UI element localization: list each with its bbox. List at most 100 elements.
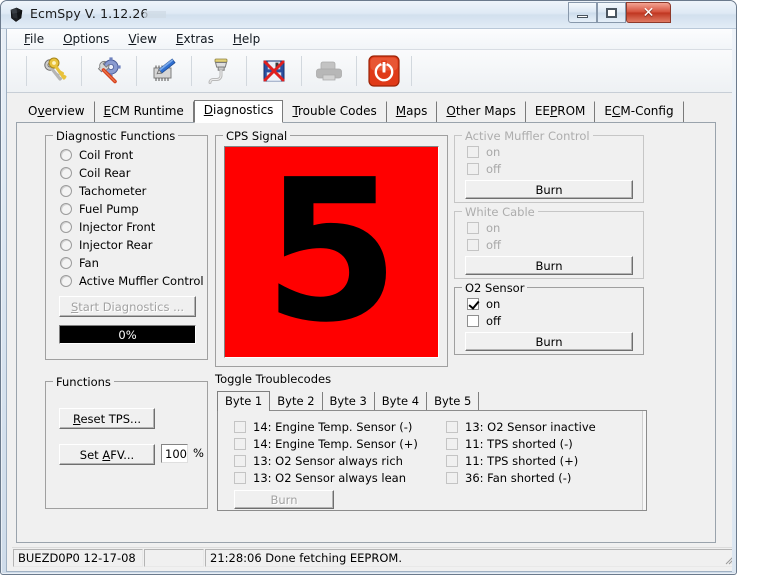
radio-injector-rear[interactable]: Injector Rear	[60, 238, 153, 252]
radio-tachometer[interactable]: Tachometer	[60, 184, 146, 198]
code-fan-shorted-neg[interactable]: 36: Fan shorted (-)	[446, 471, 571, 485]
radio-coil-rear[interactable]: Coil Rear	[60, 166, 130, 180]
radio-injector-front[interactable]: Injector Front	[60, 220, 155, 234]
menu-view[interactable]: View	[119, 30, 166, 48]
radio-mark-icon	[60, 203, 72, 215]
set-afv-button[interactable]: Set AFV...	[59, 444, 155, 465]
save-cancel-icon[interactable]	[256, 54, 292, 88]
reset-tps-button[interactable]: Reset TPS...	[59, 408, 155, 429]
code-tps-shorted-pos[interactable]: 11: TPS shorted (+)	[446, 454, 578, 468]
byte-tab-1[interactable]: Byte 1	[217, 391, 271, 411]
code-label: 11: TPS shorted (-)	[465, 437, 573, 451]
wrench-gear-icon[interactable]	[91, 54, 127, 88]
checkbox-icon	[467, 222, 479, 234]
o2-sensor-checkbox-on[interactable]: on	[467, 297, 500, 311]
keys-icon[interactable]	[36, 54, 72, 88]
code-engine-temp-sensor-pos[interactable]: 14: Engine Temp. Sensor (+)	[234, 437, 418, 451]
o2-sensor-burn-button[interactable]: Burn	[465, 332, 633, 351]
checkbox-checked-icon	[467, 298, 479, 310]
code-o2-sensor-always-rich[interactable]: 13: O2 Sensor always rich	[234, 454, 403, 468]
menu-extras[interactable]: Extras	[167, 30, 224, 48]
byte-panel-scrollbar[interactable]	[642, 411, 646, 510]
checkbox-label: on	[486, 297, 501, 311]
status-message-text: 21:28:06 Done fetching EEPROM.	[210, 551, 402, 565]
amc-checkbox-on[interactable]: on	[467, 145, 500, 159]
amc-burn-button[interactable]: Burn	[465, 180, 633, 199]
tab-trouble-codes[interactable]: Trouble Codes	[283, 101, 387, 122]
tab-overview[interactable]: Overview	[19, 101, 95, 122]
radio-label: Fan	[79, 256, 99, 270]
radio-label: Fuel Pump	[79, 202, 139, 216]
o2-sensor-checkbox-off[interactable]: off	[467, 314, 501, 328]
diagnostics-page: Diagnostic Functions Coil Front Coil Rea…	[16, 122, 716, 543]
active-muffler-control-legend: Active Muffler Control	[462, 129, 593, 143]
toolbar-divider	[246, 56, 247, 86]
radio-coil-front[interactable]: Coil Front	[60, 148, 133, 162]
tab-ecm-config[interactable]: ECM-Config	[595, 101, 684, 122]
connector-plug-icon[interactable]	[201, 54, 237, 88]
cps-signal-group: CPS Signal 5	[215, 129, 448, 367]
minimize-button[interactable]	[568, 2, 597, 23]
start-diagnostics-button[interactable]: Start Diagnostics ...	[59, 296, 196, 317]
menu-file[interactable]: File	[15, 30, 54, 48]
tab-maps[interactable]: Maps	[387, 101, 438, 122]
code-o2-sensor-always-lean[interactable]: 13: O2 Sensor always lean	[234, 471, 406, 485]
white-cable-checkbox-on[interactable]: on	[467, 221, 500, 235]
status-middle-cell	[144, 549, 204, 567]
radio-label: Injector Front	[79, 220, 156, 234]
checkbox-icon	[467, 315, 479, 327]
radio-active-muffler-control[interactable]: Active Muffler Control	[60, 274, 204, 288]
radio-label: Active Muffler Control	[79, 274, 204, 288]
radio-fan[interactable]: Fan	[60, 256, 99, 270]
afv-value-input[interactable]: 100	[161, 444, 188, 463]
checkbox-label: off	[486, 314, 501, 328]
code-o2-sensor-inactive[interactable]: 13: O2 Sensor inactive	[446, 420, 596, 434]
white-cable-burn-button[interactable]: Burn	[465, 256, 633, 275]
toolbar-divider	[191, 56, 192, 86]
code-tps-shorted-neg[interactable]: 11: TPS shorted (-)	[446, 437, 573, 451]
close-button[interactable]: ✕	[626, 2, 671, 23]
checkbox-icon	[467, 163, 479, 175]
maximize-button[interactable]	[597, 2, 626, 23]
amc-checkbox-off[interactable]: off	[467, 162, 501, 176]
client-area: File Options View Extras Help Overview E…	[6, 29, 736, 572]
button-label: Burn	[535, 334, 563, 349]
radio-mark-icon	[60, 221, 72, 233]
chip-scan-icon[interactable]	[146, 54, 182, 88]
tab-diagnostics[interactable]: Diagnostics	[193, 100, 284, 123]
byte-tab-4[interactable]: Byte 4	[375, 392, 428, 410]
byte-tab-2[interactable]: Byte 2	[270, 392, 323, 410]
active-muffler-control-group: Active Muffler Control on off Burn	[454, 129, 644, 203]
byte-tab-3[interactable]: Byte 3	[323, 392, 375, 410]
checkbox-icon	[234, 472, 246, 484]
gem-icon	[8, 6, 25, 23]
radio-label: Injector Rear	[79, 238, 153, 252]
cps-signal-legend: CPS Signal	[223, 129, 291, 143]
window-title: EcmSpy V. 1.12.26	[30, 6, 149, 21]
white-cable-checkbox-off[interactable]: off	[467, 238, 501, 252]
radio-fuel-pump[interactable]: Fuel Pump	[60, 202, 139, 216]
power-icon[interactable]	[366, 54, 402, 88]
code-label: 13: O2 Sensor always rich	[253, 454, 403, 468]
code-engine-temp-sensor-neg[interactable]: 14: Engine Temp. Sensor (-)	[234, 420, 412, 434]
checkbox-label: off	[486, 162, 501, 176]
radio-mark-icon	[60, 149, 72, 161]
toolbar-divider	[26, 56, 27, 86]
byte-tab-5[interactable]: Byte 5	[427, 392, 480, 410]
o2-sensor-legend: O2 Sensor	[462, 281, 528, 295]
tab-ecm-runtime[interactable]: ECM Runtime	[95, 101, 194, 122]
button-label: Burn	[535, 182, 563, 197]
checkbox-icon	[446, 455, 458, 467]
troublecodes-burn-button[interactable]: Burn	[234, 490, 334, 509]
toolbar-divider	[356, 56, 357, 86]
title-bar: EcmSpy V. 1.12.26 ✕	[1, 1, 736, 29]
radio-mark-icon	[60, 275, 72, 287]
code-label: 14: Engine Temp. Sensor (-)	[253, 420, 413, 434]
menu-help[interactable]: Help	[224, 30, 270, 48]
tab-other-maps[interactable]: Other Maps	[437, 101, 526, 122]
tab-eeprom[interactable]: EEPROM	[526, 101, 596, 122]
white-cable-group: White Cable on off Burn	[454, 205, 644, 279]
o2-sensor-group: O2 Sensor on off Burn	[454, 281, 644, 355]
menu-options[interactable]: Options	[54, 30, 119, 48]
status-message: 21:28:06 Done fetching EEPROM.	[205, 549, 736, 567]
